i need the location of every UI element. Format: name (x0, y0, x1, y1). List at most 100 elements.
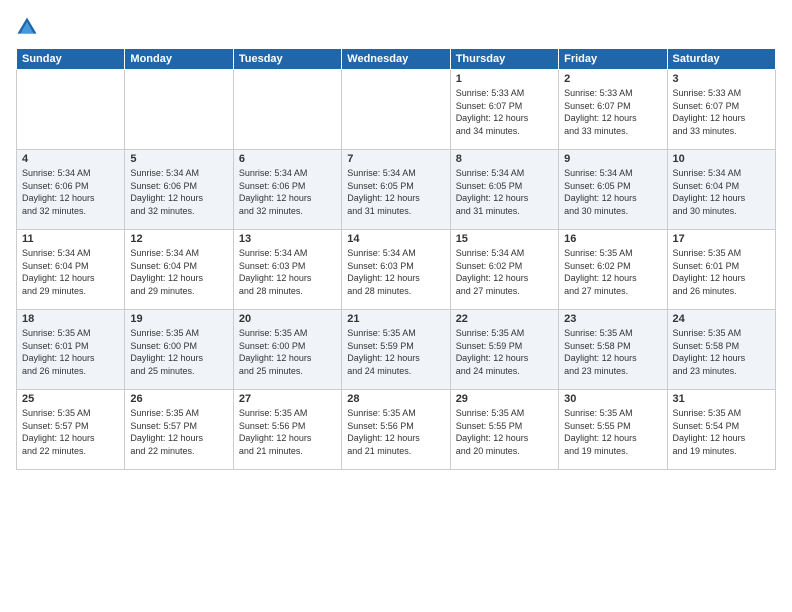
day-info: Sunrise: 5:35 AM Sunset: 5:59 PM Dayligh… (347, 327, 444, 377)
day-info: Sunrise: 5:35 AM Sunset: 6:00 PM Dayligh… (239, 327, 336, 377)
day-number: 27 (239, 393, 336, 405)
week-row-1: 4 Sunrise: 5:34 AM Sunset: 6:06 PM Daylig… (17, 150, 776, 230)
calendar-cell: 27 Sunrise: 5:35 AM Sunset: 5:56 PM Dayli… (233, 390, 341, 470)
calendar-cell: 18Sunrise: 5:35 AM Sunset: 6:01 PM Dayli… (17, 310, 125, 390)
day-info: Sunrise: 5:34 AM Sunset: 6:03 PM Dayligh… (347, 247, 444, 297)
calendar-cell: 1 Sunrise: 5:33 AM Sunset: 6:07 PM Daylig… (450, 70, 558, 150)
day-info: Sunrise: 5:35 AM Sunset: 5:56 PM Dayligh… (239, 407, 336, 457)
calendar-cell: 2Sunrise: 5:33 AM Sunset: 6:07 PM Daylig… (559, 70, 667, 150)
day-info: Sunrise: 5:35 AM Sunset: 5:55 PM Dayligh… (456, 407, 553, 457)
calendar-cell (233, 70, 341, 150)
day-number: 3 (673, 73, 770, 85)
day-number: 19 (130, 313, 227, 325)
calendar-cell: 5 Sunrise: 5:34 AM Sunset: 6:06 PM Daylig… (125, 150, 233, 230)
day-info: Sunrise: 5:33 AM Sunset: 6:07 PM Dayligh… (673, 87, 770, 137)
day-info: Sunrise: 5:35 AM Sunset: 5:58 PM Dayligh… (673, 327, 770, 377)
calendar-cell: 11 Sunrise: 5:34 AM Sunset: 6:04 PM Dayli… (17, 230, 125, 310)
day-info: Sunrise: 5:34 AM Sunset: 6:05 PM Dayligh… (347, 167, 444, 217)
calendar-cell: 7 Sunrise: 5:34 AM Sunset: 6:05 PM Daylig… (342, 150, 450, 230)
header (16, 16, 776, 38)
weekday-header-monday: Monday (125, 49, 233, 70)
day-number: 20 (239, 313, 336, 325)
week-row-0: 1 Sunrise: 5:33 AM Sunset: 6:07 PM Daylig… (17, 70, 776, 150)
calendar-cell: 28Sunrise: 5:35 AM Sunset: 5:56 PM Dayli… (342, 390, 450, 470)
day-info: Sunrise: 5:35 AM Sunset: 5:56 PM Dayligh… (347, 407, 444, 457)
calendar-cell: 13Sunrise: 5:34 AM Sunset: 6:03 PM Dayli… (233, 230, 341, 310)
calendar-cell (342, 70, 450, 150)
day-number: 15 (456, 233, 553, 245)
day-number: 22 (456, 313, 553, 325)
calendar-cell: 14 Sunrise: 5:34 AM Sunset: 6:03 PM Dayli… (342, 230, 450, 310)
weekday-header-thursday: Thursday (450, 49, 558, 70)
calendar-cell: 22 Sunrise: 5:35 AM Sunset: 5:59 PM Dayli… (450, 310, 558, 390)
day-number: 23 (564, 313, 661, 325)
calendar-cell: 21 Sunrise: 5:35 AM Sunset: 5:59 PM Dayli… (342, 310, 450, 390)
weekday-header-row: SundayMondayTuesdayWednesdayThursdayFrid… (17, 49, 776, 70)
calendar-cell: 23 Sunrise: 5:35 AM Sunset: 5:58 PM Dayli… (559, 310, 667, 390)
calendar-cell: 4 Sunrise: 5:34 AM Sunset: 6:06 PM Daylig… (17, 150, 125, 230)
day-number: 16 (564, 233, 661, 245)
day-info: Sunrise: 5:35 AM Sunset: 6:01 PM Dayligh… (22, 327, 119, 377)
weekday-header-friday: Friday (559, 49, 667, 70)
calendar-cell: 12 Sunrise: 5:34 AM Sunset: 6:04 PM Dayli… (125, 230, 233, 310)
day-number: 25 (22, 393, 119, 405)
logo (16, 16, 42, 38)
day-info: Sunrise: 5:35 AM Sunset: 5:57 PM Dayligh… (22, 407, 119, 457)
day-number: 29 (456, 393, 553, 405)
day-number: 4 (22, 153, 119, 165)
day-info: Sunrise: 5:35 AM Sunset: 5:54 PM Dayligh… (673, 407, 770, 457)
day-info: Sunrise: 5:34 AM Sunset: 6:05 PM Dayligh… (456, 167, 553, 217)
day-info: Sunrise: 5:35 AM Sunset: 5:58 PM Dayligh… (564, 327, 661, 377)
day-number: 7 (347, 153, 444, 165)
day-number: 11 (22, 233, 119, 245)
day-number: 26 (130, 393, 227, 405)
logo-icon (16, 16, 38, 38)
weekday-header-sunday: Sunday (17, 49, 125, 70)
calendar-cell: 9Sunrise: 5:34 AM Sunset: 6:05 PM Daylig… (559, 150, 667, 230)
day-number: 2 (564, 73, 661, 85)
day-info: Sunrise: 5:34 AM Sunset: 6:03 PM Dayligh… (239, 247, 336, 297)
calendar-cell: 29 Sunrise: 5:35 AM Sunset: 5:55 PM Dayli… (450, 390, 558, 470)
day-info: Sunrise: 5:34 AM Sunset: 6:04 PM Dayligh… (673, 167, 770, 217)
day-info: Sunrise: 5:34 AM Sunset: 6:06 PM Dayligh… (22, 167, 119, 217)
calendar-cell (17, 70, 125, 150)
calendar-cell: 10 Sunrise: 5:34 AM Sunset: 6:04 PM Dayli… (667, 150, 775, 230)
day-number: 8 (456, 153, 553, 165)
calendar-cell: 6Sunrise: 5:34 AM Sunset: 6:06 PM Daylig… (233, 150, 341, 230)
day-number: 31 (673, 393, 770, 405)
day-info: Sunrise: 5:34 AM Sunset: 6:06 PM Dayligh… (130, 167, 227, 217)
day-number: 14 (347, 233, 444, 245)
day-info: Sunrise: 5:33 AM Sunset: 6:07 PM Dayligh… (456, 87, 553, 137)
calendar-cell: 15Sunrise: 5:34 AM Sunset: 6:02 PM Dayli… (450, 230, 558, 310)
day-info: Sunrise: 5:34 AM Sunset: 6:04 PM Dayligh… (130, 247, 227, 297)
calendar-cell: 8 Sunrise: 5:34 AM Sunset: 6:05 PM Daylig… (450, 150, 558, 230)
calendar-cell: 25 Sunrise: 5:35 AM Sunset: 5:57 PM Dayli… (17, 390, 125, 470)
day-number: 24 (673, 313, 770, 325)
calendar-cell: 31 Sunrise: 5:35 AM Sunset: 5:54 PM Dayli… (667, 390, 775, 470)
calendar-cell: 30 Sunrise: 5:35 AM Sunset: 5:55 PM Dayli… (559, 390, 667, 470)
calendar-cell: 24 Sunrise: 5:35 AM Sunset: 5:58 PM Dayli… (667, 310, 775, 390)
day-number: 17 (673, 233, 770, 245)
day-number: 9 (564, 153, 661, 165)
week-row-4: 25 Sunrise: 5:35 AM Sunset: 5:57 PM Dayli… (17, 390, 776, 470)
day-info: Sunrise: 5:34 AM Sunset: 6:06 PM Dayligh… (239, 167, 336, 217)
day-number: 5 (130, 153, 227, 165)
weekday-header-tuesday: Tuesday (233, 49, 341, 70)
day-number: 10 (673, 153, 770, 165)
day-number: 12 (130, 233, 227, 245)
day-info: Sunrise: 5:35 AM Sunset: 5:59 PM Dayligh… (456, 327, 553, 377)
day-info: Sunrise: 5:34 AM Sunset: 6:04 PM Dayligh… (22, 247, 119, 297)
weekday-header-saturday: Saturday (667, 49, 775, 70)
weekday-header-wednesday: Wednesday (342, 49, 450, 70)
calendar-cell: 26 Sunrise: 5:35 AM Sunset: 5:57 PM Dayli… (125, 390, 233, 470)
calendar-cell (125, 70, 233, 150)
day-info: Sunrise: 5:35 AM Sunset: 5:57 PM Dayligh… (130, 407, 227, 457)
day-number: 1 (456, 73, 553, 85)
calendar-cell: 20 Sunrise: 5:35 AM Sunset: 6:00 PM Dayli… (233, 310, 341, 390)
day-number: 21 (347, 313, 444, 325)
day-info: Sunrise: 5:35 AM Sunset: 5:55 PM Dayligh… (564, 407, 661, 457)
day-info: Sunrise: 5:35 AM Sunset: 6:00 PM Dayligh… (130, 327, 227, 377)
week-row-3: 18Sunrise: 5:35 AM Sunset: 6:01 PM Dayli… (17, 310, 776, 390)
calendar: SundayMondayTuesdayWednesdayThursdayFrid… (16, 48, 776, 470)
day-number: 30 (564, 393, 661, 405)
